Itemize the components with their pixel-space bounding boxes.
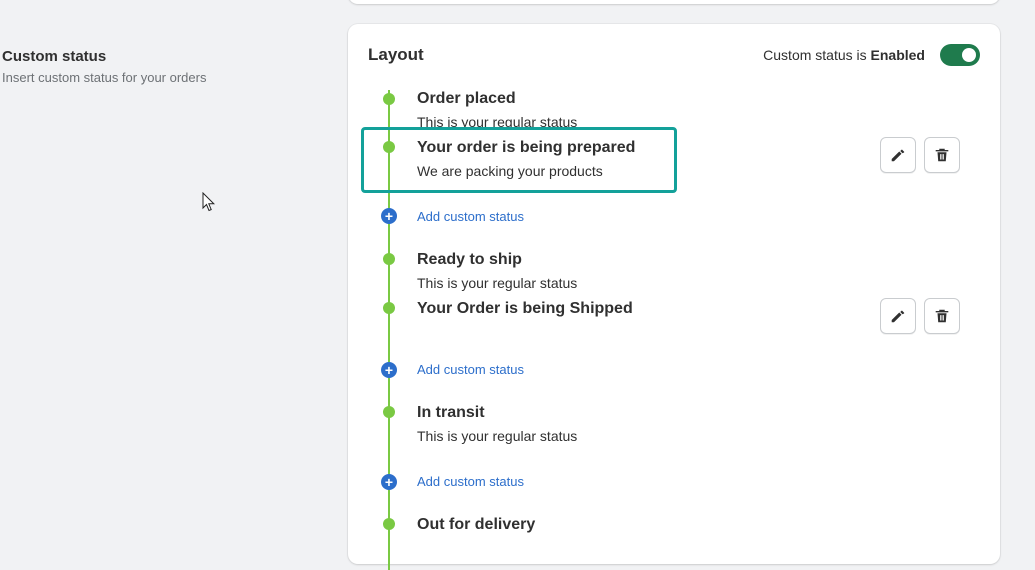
timeline-dot (383, 406, 395, 418)
step-title: Order placed (417, 90, 516, 107)
highlight-box (361, 127, 677, 193)
timeline-dot (383, 93, 395, 105)
section-info: Custom status Insert custom status for y… (2, 48, 302, 86)
previous-card (348, 0, 1000, 4)
add-custom-status-link[interactable]: Add custom status (417, 474, 524, 489)
add-custom-status-link[interactable]: Add custom status (417, 362, 524, 377)
toggle-label: Custom status is Enabled (763, 47, 925, 63)
timeline-dot (383, 253, 395, 265)
timeline-dot (383, 302, 395, 314)
custom-status-toggle[interactable] (940, 44, 980, 66)
section-title: Custom status (2, 48, 107, 65)
step-title: Your order is being prepared (417, 139, 636, 156)
step-title: In transit (417, 404, 485, 421)
step-description: We are packing your products (417, 163, 603, 179)
card-title: Layout (368, 45, 424, 64)
delete-button[interactable] (924, 137, 960, 173)
layout-card: Layout Custom status is Enabled Order pl… (348, 24, 1000, 570)
timeline-dot (383, 518, 395, 530)
toggle-knob (962, 48, 976, 62)
pencil-icon (891, 149, 905, 162)
add-custom-status-link[interactable]: Add custom status (417, 209, 524, 224)
plus-circle-icon[interactable]: + (381, 208, 397, 224)
edit-button[interactable] (880, 137, 916, 173)
step-title: Ready to ship (417, 251, 522, 268)
step-description: This is your regular status (417, 275, 578, 291)
step-title: Out for delivery (417, 516, 536, 533)
plus-circle-icon[interactable]: + (381, 474, 397, 490)
trash-icon (935, 309, 949, 323)
edit-button[interactable] (880, 298, 916, 334)
toggle-label-prefix: Custom status is (763, 47, 871, 63)
step-description: This is your regular status (417, 428, 578, 444)
custom-status-toggle-row: Custom status is Enabled (763, 44, 980, 66)
timeline-dot (383, 141, 395, 153)
plus-circle-icon[interactable]: + (381, 362, 397, 378)
toggle-state-label: Enabled (870, 47, 925, 63)
trash-icon (935, 148, 949, 162)
section-description: Insert custom status for your orders (2, 70, 207, 85)
cursor-icon (202, 192, 216, 212)
delete-button[interactable] (924, 298, 960, 334)
step-title: Your Order is being Shipped (417, 300, 633, 317)
pencil-icon (891, 310, 905, 323)
